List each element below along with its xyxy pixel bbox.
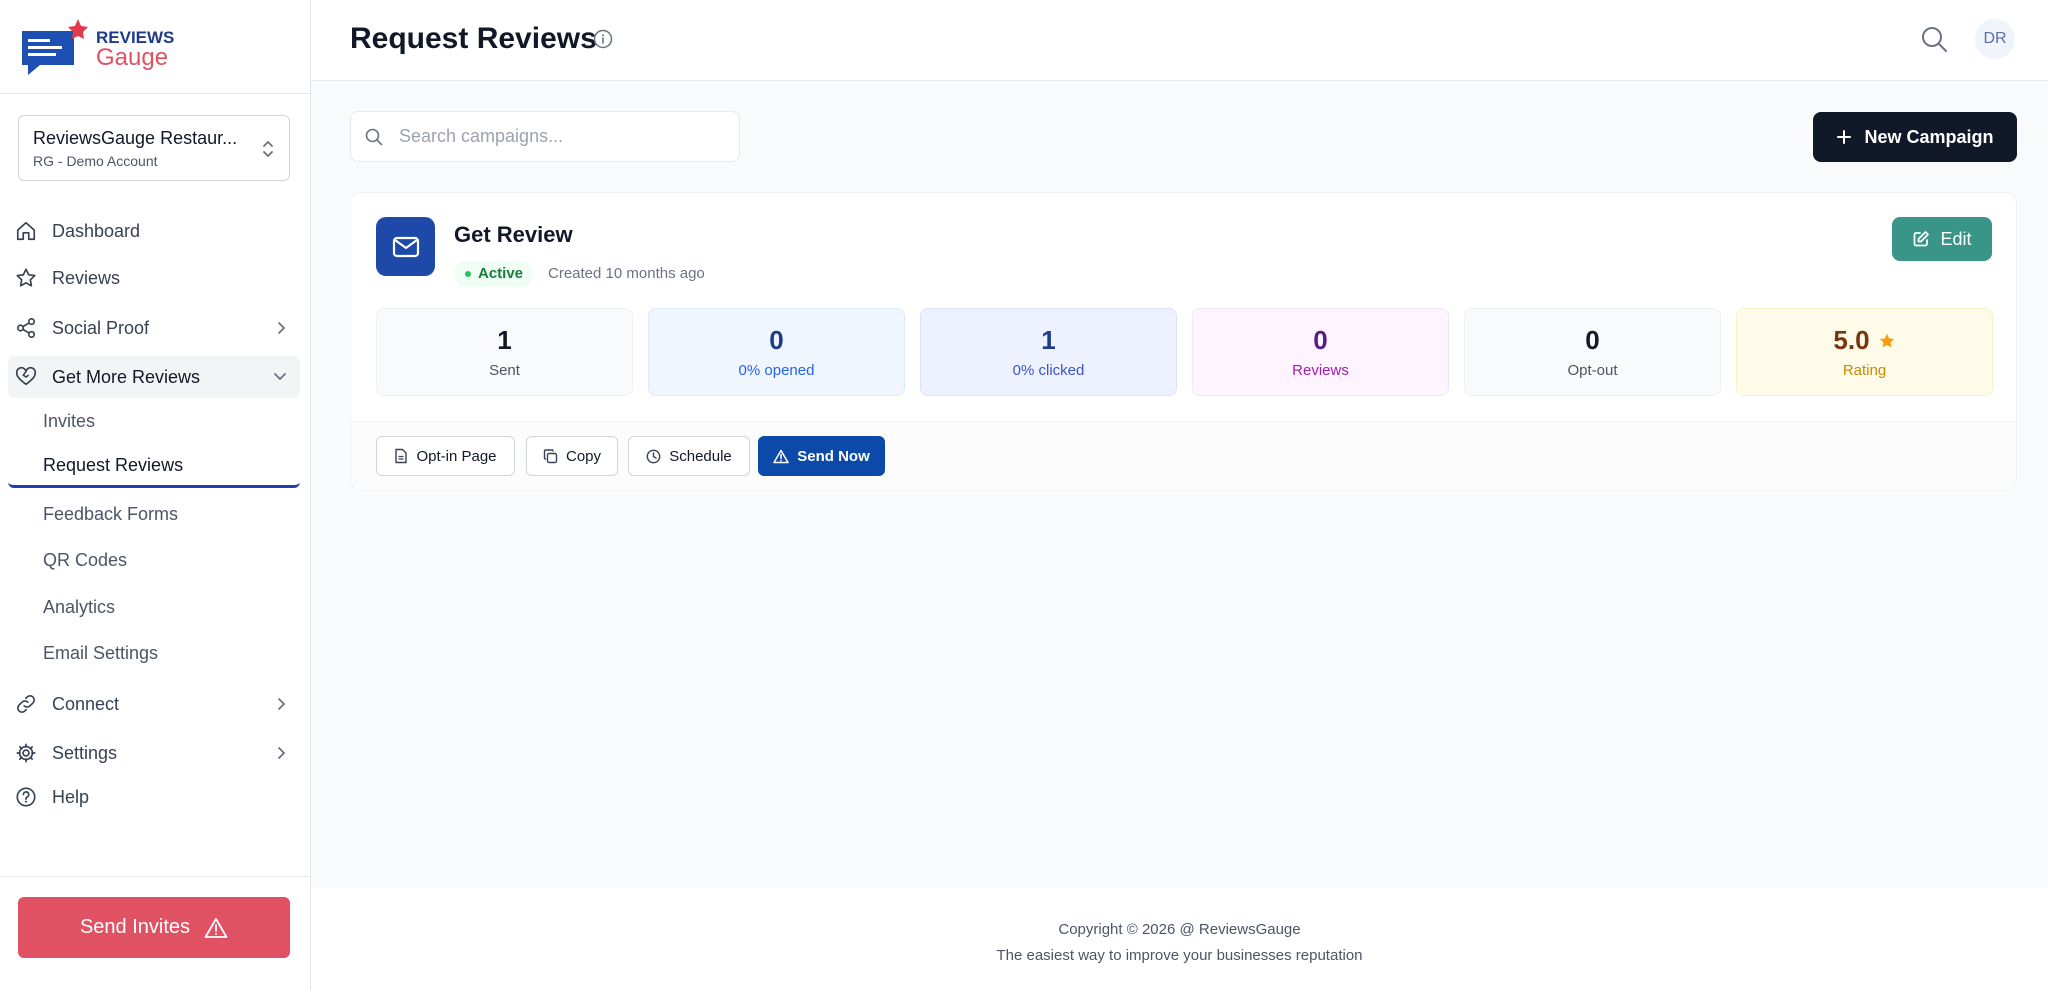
campaign-actions: Opt-in Page Copy Schedule Send Now — [351, 421, 2016, 490]
edit-label: Edit — [1940, 228, 1972, 249]
send-now-button[interactable]: Send Now — [758, 436, 885, 476]
plus-icon — [1837, 130, 1852, 144]
campaign-card: Get Review Active Created 10 months ago … — [350, 192, 2017, 491]
star-icon — [14, 266, 38, 290]
nav-dashboard-label: Dashboard — [52, 220, 141, 241]
nav-help-label: Help — [52, 786, 90, 807]
page-footer: Copyright © 2026 @ ReviewsGauge The easi… — [311, 888, 2048, 990]
nav-sub-analytics[interactable]: Analytics — [8, 586, 300, 628]
stat-clicked-value: 1 — [1041, 325, 1056, 355]
stat-clicked-label: 0% clicked — [1012, 362, 1085, 379]
stat-clicked: 1 0% clicked — [920, 308, 1177, 396]
schedule-button[interactable]: Schedule — [628, 436, 750, 476]
stat-reviews-value: 0 — [1313, 325, 1328, 355]
campaign-search — [350, 111, 740, 162]
edit-icon — [1914, 231, 1930, 247]
heart-handshake-icon — [14, 365, 38, 389]
copyright: Copyright © 2026 @ ReviewsGauge — [1058, 921, 1301, 938]
sidebar-footer: Send Invites — [0, 876, 310, 990]
stat-rating: 5.0 Rating — [1736, 308, 1993, 396]
copy-label: Copy — [565, 447, 602, 465]
mail-icon — [376, 217, 435, 276]
stat-reviews-label: Reviews — [1292, 362, 1349, 379]
stat-opened-label: 0% opened — [738, 362, 815, 379]
nav-sub-feedback-forms[interactable]: Feedback Forms — [8, 493, 300, 535]
stat-rating-value: 5.0 — [1833, 325, 1870, 355]
nav-dashboard[interactable]: Dashboard — [8, 210, 300, 252]
logo-icon: REVIEWS Gauge — [22, 18, 174, 75]
gear-icon — [14, 741, 38, 765]
file-icon — [395, 448, 408, 464]
nav-sub-email-settings[interactable]: Email Settings — [8, 632, 300, 674]
avatar[interactable]: DR — [1975, 19, 2015, 59]
campaign-created: Created 10 months ago — [548, 265, 705, 282]
top-bar: Request Reviews DR — [311, 0, 2048, 81]
stat-optout: 0 Opt-out — [1464, 308, 1721, 396]
stat-sent-label: Sent — [489, 362, 520, 379]
send-invites-button[interactable]: Send Invites — [18, 897, 290, 958]
chevron-right-icon — [278, 322, 286, 334]
tagline: The easiest way to improve your business… — [996, 947, 1363, 964]
stat-rating-label: Rating — [1842, 362, 1887, 379]
stat-optout-value: 0 — [1585, 325, 1600, 355]
copy-icon — [543, 448, 558, 463]
account-sub: RG - Demo Account — [33, 153, 158, 169]
nav-reviews[interactable]: Reviews — [8, 257, 300, 299]
schedule-label: Schedule — [669, 447, 732, 465]
sidebar: REVIEWS Gauge ReviewsGauge Restaur... RG… — [0, 0, 311, 990]
send-invites-label: Send Invites — [79, 916, 191, 938]
clock-icon — [646, 449, 661, 463]
nav-help[interactable]: Help — [8, 776, 300, 818]
stat-opened-value: 0 — [769, 325, 784, 355]
brand-bottom: Gauge — [96, 44, 168, 71]
info-icon[interactable] — [592, 28, 614, 50]
chevron-down-icon — [274, 373, 286, 381]
star-icon — [1879, 333, 1894, 347]
chevron-up-down-icon — [263, 141, 273, 157]
home-icon — [14, 219, 38, 243]
warning-triangle-icon — [773, 449, 789, 463]
status-badge: Active — [454, 261, 534, 287]
nav-social-proof[interactable]: Social Proof — [8, 307, 300, 349]
nav-sub-qr-codes[interactable]: QR Codes — [8, 539, 300, 581]
edit-button[interactable]: Edit — [1892, 217, 1992, 261]
campaign-name: Get Review — [454, 222, 573, 247]
stat-opened: 0 0% opened — [648, 308, 905, 396]
nav-get-more-reviews-label: Get More Reviews — [52, 366, 201, 387]
nav-settings-label: Settings — [52, 742, 118, 763]
brand-logo[interactable]: REVIEWS Gauge — [0, 0, 310, 94]
nav-sub-invites[interactable]: Invites — [8, 400, 300, 442]
stat-optout-label: Opt-out — [1567, 362, 1618, 379]
account-switcher[interactable]: ReviewsGauge Restaur... RG - Demo Accoun… — [18, 115, 290, 181]
nav-sub-request-reviews[interactable]: Request Reviews — [8, 446, 300, 488]
warning-triangle-icon — [204, 917, 228, 938]
nav-connect-label: Connect — [52, 693, 120, 714]
link-icon — [14, 692, 38, 716]
copy-button[interactable]: Copy — [526, 436, 618, 476]
new-campaign-label: New Campaign — [1864, 126, 1994, 147]
search-input[interactable] — [399, 112, 729, 161]
stat-sent: 1 Sent — [376, 308, 633, 396]
stat-reviews: 0 Reviews — [1192, 308, 1449, 396]
nav-social-proof-label: Social Proof — [52, 317, 150, 338]
stat-sent-value: 1 — [497, 325, 512, 355]
search-icon — [365, 128, 383, 146]
new-campaign-button[interactable]: New Campaign — [1813, 112, 2017, 162]
nav-connect[interactable]: Connect — [8, 683, 300, 725]
opt-in-page-label: Opt-in Page — [416, 447, 497, 465]
search-icon[interactable] — [1920, 25, 1948, 53]
chevron-right-icon — [278, 747, 286, 759]
nav-get-more-reviews[interactable]: Get More Reviews — [8, 356, 300, 398]
send-now-label: Send Now — [797, 447, 870, 465]
share-icon — [14, 316, 38, 340]
help-circle-icon — [14, 785, 38, 809]
nav-settings[interactable]: Settings — [8, 732, 300, 774]
opt-in-page-button[interactable]: Opt-in Page — [376, 436, 515, 476]
page-title: Request Reviews — [350, 22, 597, 55]
account-name: ReviewsGauge Restaur... — [33, 128, 238, 148]
nav-reviews-label: Reviews — [52, 267, 121, 288]
chevron-right-icon — [278, 698, 286, 710]
